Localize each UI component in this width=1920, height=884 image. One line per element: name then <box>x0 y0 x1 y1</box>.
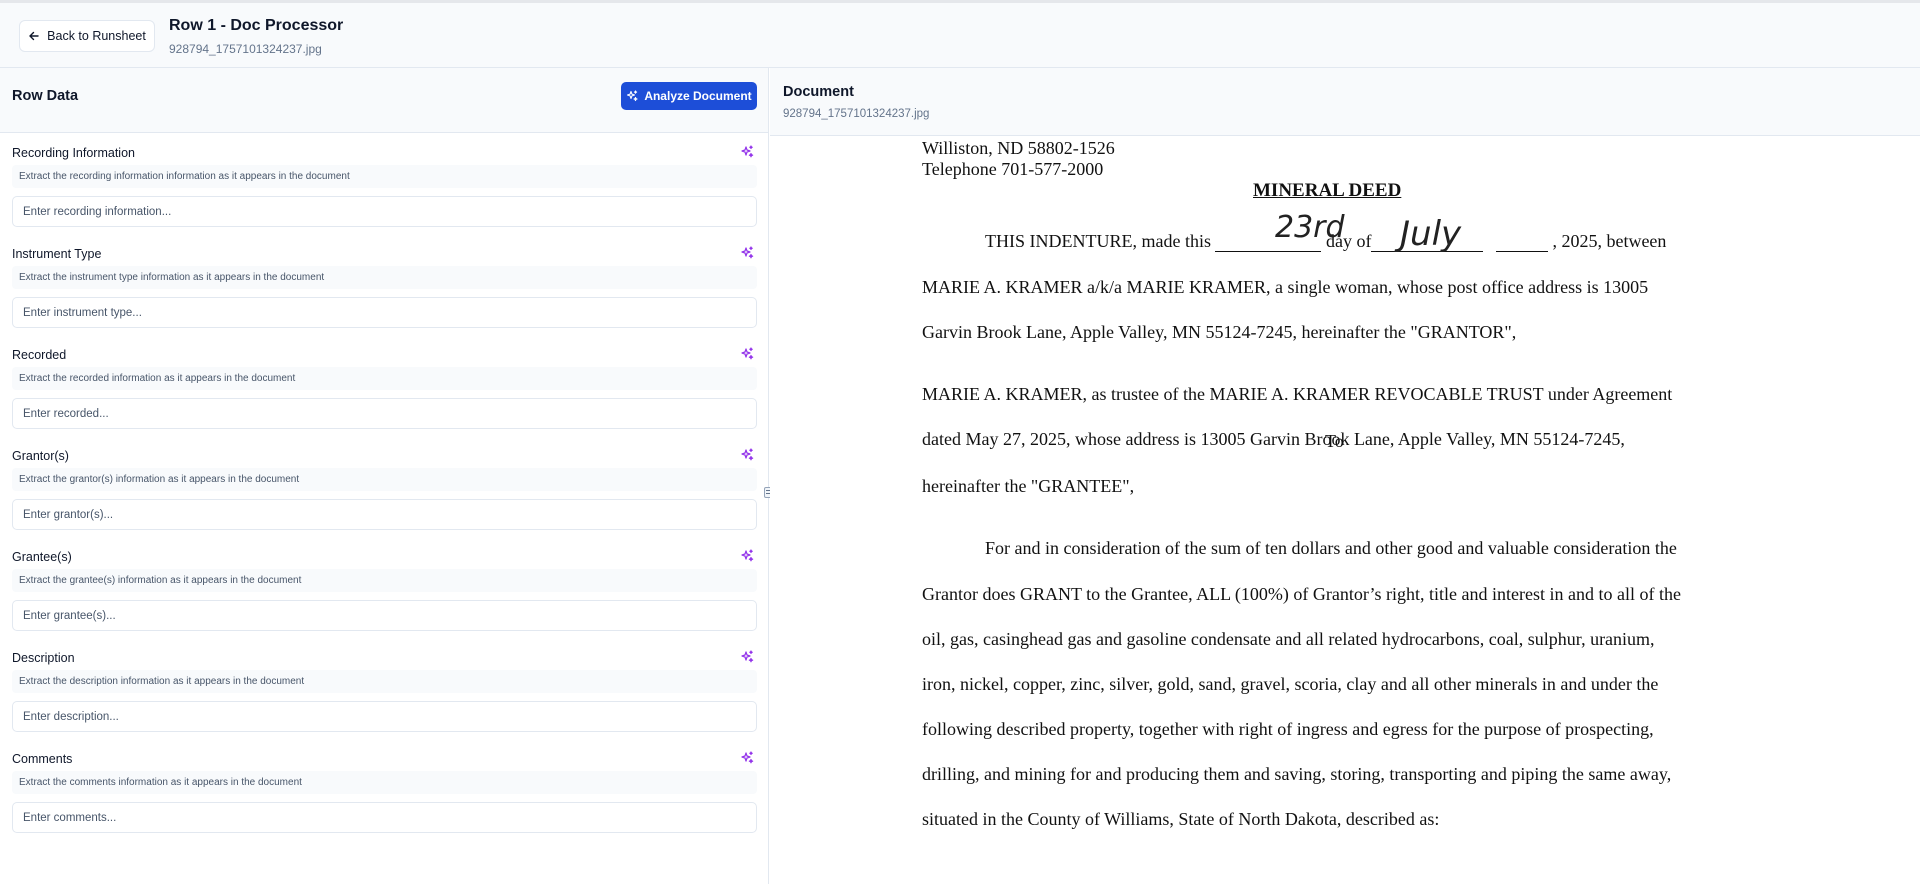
field-hint: Extract the grantee(s) information as it… <box>12 569 757 592</box>
field-group: Recorded Extract the recorded information… <box>0 347 769 448</box>
field-input[interactable] <box>12 802 757 833</box>
doc-paragraph-line: Grantor does GRANT to the Grantee, ALL (… <box>922 584 1681 604</box>
field-input[interactable] <box>12 600 757 631</box>
sparkles-icon[interactable] <box>740 650 754 664</box>
sparkles-icon[interactable] <box>740 549 754 563</box>
sparkles-icon[interactable] <box>740 448 754 462</box>
field-hint: Extract the instrument type information … <box>12 266 757 289</box>
arrow-left-icon <box>29 31 39 41</box>
field-label: Comments <box>12 752 73 766</box>
field-hint: Extract the description information as i… <box>12 670 757 693</box>
doc-phone-line: Telephone 701-577-2000 <box>922 159 1104 179</box>
document-filename: 928794_1757101324237.jpg <box>783 108 930 120</box>
field-input[interactable] <box>12 398 757 429</box>
field-label: Description <box>12 651 75 665</box>
doc-paragraph-line: oil, gas, casinghead gas and gasoline co… <box>922 629 1655 649</box>
field-label: Recorded <box>12 348 67 362</box>
field-group: Instrument Type Extract the instrument ty… <box>0 246 769 347</box>
doc-paragraph-line: hereinafter the "GRANTEE", <box>922 476 1135 496</box>
field-label: Recording Information <box>12 146 135 160</box>
field-hint: Extract the recording information inform… <box>12 165 757 188</box>
field-label: Instrument Type <box>12 247 102 261</box>
document-header: Document 928794_1757101324237.jpg <box>770 68 1920 136</box>
sparkles-icon[interactable] <box>740 347 754 361</box>
field-label: Grantor(s) <box>12 449 69 463</box>
deed-title: MINERAL DEED <box>1253 180 1402 201</box>
handwritten-month: July <box>1400 214 1462 254</box>
page-header: Back to Runsheet Row 1 - Doc Processor 9… <box>0 3 1920 68</box>
page-filename: 928794_1757101324237.jpg <box>169 42 322 56</box>
sparkles-icon[interactable] <box>740 246 754 260</box>
doc-paragraph-line: drilling, and mining for and producing t… <box>922 764 1672 784</box>
document-image-viewer[interactable]: Williston, ND 58802-1526 Telephone 701-5… <box>770 136 1920 884</box>
doc-address-line: Williston, ND 58802-1526 <box>922 138 1115 158</box>
row-data-title: Row Data <box>12 88 79 104</box>
field-input[interactable] <box>12 196 757 227</box>
field-input[interactable] <box>12 701 757 732</box>
doc-paragraph-line: iron, nickel, copper, zinc, silver, gold… <box>922 674 1659 694</box>
field-list: Recording Information Extract the recordi… <box>0 145 769 852</box>
doc-paragraph-line: MARIE A. KRAMER, as trustee of the MARIE… <box>922 384 1673 404</box>
back-button-label: Back to Runsheet <box>47 29 146 43</box>
field-hint: Extract the grantor(s) information as it… <box>12 468 757 491</box>
analyze-document-label: Analyze Document <box>644 89 752 103</box>
doc-indenture-text: THIS INDENTURE, made this <box>985 231 1211 251</box>
doc-paragraph-line: following described property, together w… <box>922 719 1654 739</box>
field-group: Description Extract the description infor… <box>0 650 769 751</box>
field-group: Comments Extract the comments information… <box>0 751 769 852</box>
doc-paragraph-line: MARIE A. KRAMER a/k/a MARIE KRAMER, a si… <box>922 277 1649 297</box>
doc-year-between: , 2025, between <box>1552 231 1667 251</box>
sparkles-icon[interactable] <box>740 751 754 765</box>
field-hint: Extract the comments information as it a… <box>12 771 757 794</box>
analyze-document-button[interactable]: Analyze Document <box>621 82 757 110</box>
doc-paragraph-line: For and in consideration of the sum of t… <box>985 538 1677 558</box>
doc-paragraph-line: situated in the County of Williams, Stat… <box>922 809 1440 829</box>
field-label: Grantee(s) <box>12 550 72 564</box>
doc-paragraph-line: Garvin Brook Lane, Apple Valley, MN 5512… <box>922 322 1517 342</box>
field-group: Grantor(s) Extract the grantor(s) informa… <box>0 448 769 549</box>
document-title: Document <box>783 84 854 100</box>
back-to-runsheet-button[interactable]: Back to Runsheet <box>19 20 155 52</box>
sparkles-icon <box>627 90 638 102</box>
field-group: Recording Information Extract the recordi… <box>0 145 769 246</box>
field-input[interactable] <box>12 499 757 530</box>
sparkles-icon[interactable] <box>740 145 754 159</box>
field-input[interactable] <box>12 297 757 328</box>
field-group: Grantee(s) Extract the grantee(s) informa… <box>0 549 769 650</box>
year-blank <box>1495 234 1548 252</box>
handwritten-day: 23rd <box>1275 210 1345 245</box>
doc-paragraph-line: dated May 27, 2025, whose address is 130… <box>922 429 1625 449</box>
page-title: Row 1 - Doc Processor <box>169 17 344 34</box>
row-data-header: Row Data Analyze Document <box>0 68 768 133</box>
field-hint: Extract the recorded information as it a… <box>12 367 757 390</box>
document-panel: Document 928794_1757101324237.jpg Willis… <box>770 68 1920 884</box>
row-data-panel: Row Data Analyze Document Recording Info… <box>0 68 769 884</box>
